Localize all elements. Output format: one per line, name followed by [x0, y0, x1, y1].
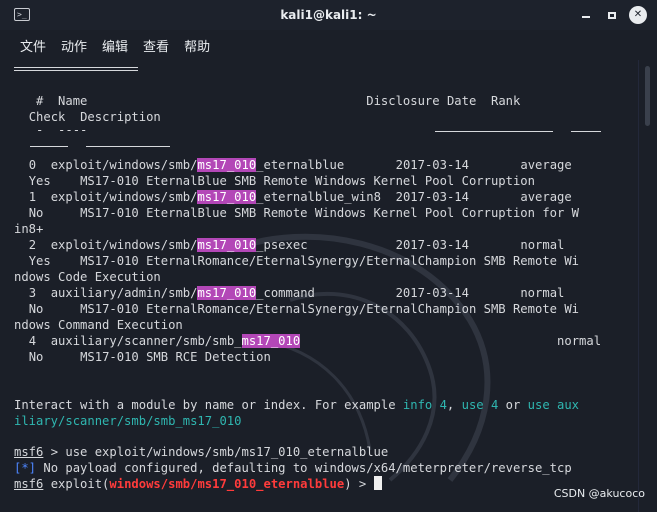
table-row-desc: No MS17-010 SMB RCE Detection [28, 350, 271, 364]
info-message: [*] No payload configured, defaulting to… [14, 461, 572, 475]
current-prompt[interactable]: msf6 exploit(windows/smb/ms17_010_eterna… [14, 476, 382, 492]
table-row-desc: Yes MS17-010 EternalRomance/EternalSyner… [28, 254, 580, 268]
scrollbar-thumb[interactable] [645, 66, 650, 126]
minimize-button[interactable] [577, 6, 595, 24]
top-separator [14, 67, 138, 68]
maximize-icon [608, 11, 616, 19]
maximize-button[interactable] [603, 6, 621, 24]
menu-view[interactable]: 查看 [143, 36, 169, 55]
dash-date [435, 131, 553, 132]
table-row-desc: Yes MS17-010 EternalBlue SMB Remote Wind… [28, 174, 535, 188]
menu-action[interactable]: 动作 [61, 36, 87, 55]
table-row-desc-wrap: ndows Code Execution [14, 270, 161, 284]
table-row-desc: No MS17-010 EternalRomance/EternalSynerg… [28, 302, 580, 316]
window-title: kali1@kali1: ~ [280, 8, 377, 22]
csdn-watermark: CSDN @akucoco [553, 487, 645, 500]
table-header-dashes: - ---- [36, 123, 88, 137]
minimize-icon [582, 16, 590, 18]
terminal-output[interactable]: # Name Disclosure Date Rank Check Descri… [0, 60, 638, 512]
command-line: msf6 > use exploit/windows/smb/ms17_010_… [14, 445, 389, 459]
table-row: 4 auxiliary/scanner/smb/smb_ms17_010 nor… [28, 334, 602, 348]
table-row-desc: No MS17-010 EternalBlue SMB Remote Windo… [28, 206, 580, 220]
table-row: 0 exploit/windows/smb/ms17_010_eternalbl… [28, 158, 572, 172]
menu-edit[interactable]: 编辑 [102, 36, 128, 55]
table-row: 2 exploit/windows/smb/ms17_010_psexec 20… [28, 238, 565, 252]
menu-file[interactable]: 文件 [20, 36, 46, 55]
text-cursor [373, 476, 382, 490]
interact-hint-wrap: iliary/scanner/smb/smb_ms17_010 [14, 414, 242, 428]
close-icon: ✕ [633, 9, 643, 20]
terminal-window: >_ kali1@kali1: ~ ✕ 文件 动作 编辑 查看 帮助 # Nam… [0, 0, 657, 512]
table-row-desc-wrap: ndows Command Execution [14, 318, 183, 332]
menu-help[interactable]: 帮助 [184, 36, 210, 55]
dash-check [30, 146, 68, 147]
dash-rank [571, 131, 601, 132]
close-button[interactable]: ✕ [629, 6, 647, 24]
table-row: 1 exploit/windows/smb/ms17_010_eternalbl… [28, 190, 572, 204]
interact-hint: Interact with a module by name or index.… [14, 398, 580, 412]
table-row: 3 auxiliary/admin/smb/ms17_010_command 2… [28, 286, 565, 300]
table-row-desc-wrap: in8+ [14, 222, 44, 236]
top-separator-2 [14, 70, 138, 71]
dash-desc [86, 146, 170, 147]
menu-bar: 文件 动作 编辑 查看 帮助 [0, 30, 657, 60]
scrollbar[interactable] [638, 60, 657, 512]
table-header-1: # Name Disclosure Date Rank [36, 94, 521, 108]
title-bar[interactable]: >_ kali1@kali1: ~ ✕ [0, 0, 657, 31]
